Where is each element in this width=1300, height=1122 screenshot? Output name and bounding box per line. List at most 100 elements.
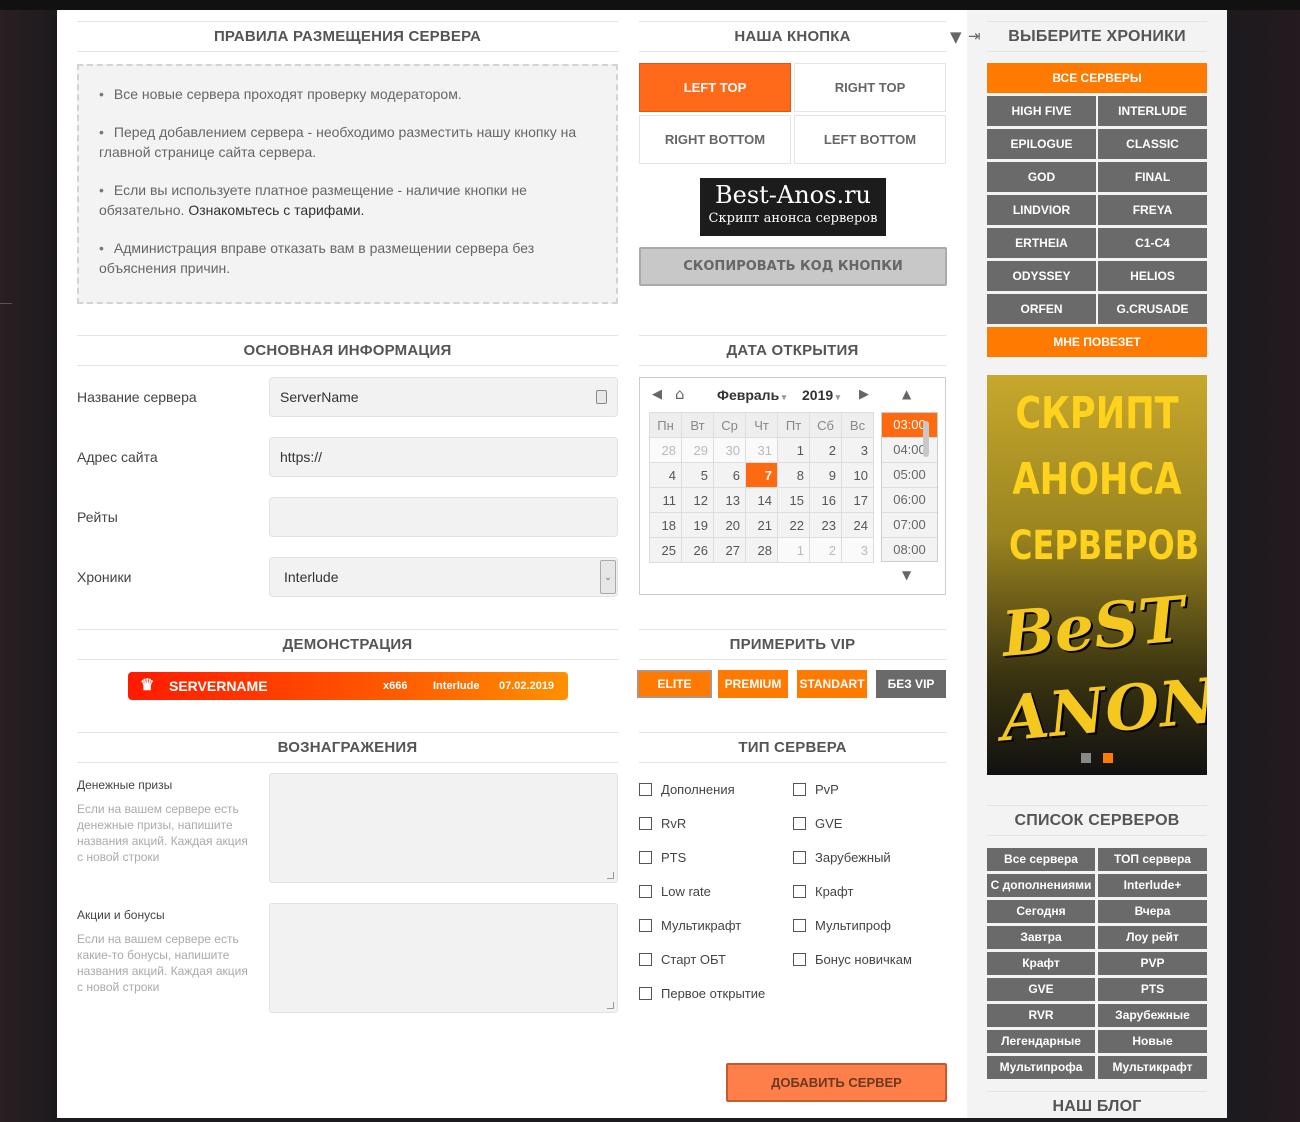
server-list-link[interactable]: PTS — [1098, 978, 1207, 1001]
add-server-button[interactable]: ДОБАВИТЬ СЕРВЕР — [726, 1063, 947, 1102]
server-list-link[interactable]: Лоу рейт — [1098, 926, 1207, 949]
time-option[interactable]: 07:00 — [882, 513, 937, 538]
chronicle-button[interactable]: LINDVIOR — [987, 195, 1096, 225]
server-list-link[interactable]: С дополнениями — [987, 874, 1095, 897]
chronicle-button[interactable]: C1-C4 — [1098, 228, 1207, 258]
calendar-day[interactable]: 21 — [745, 512, 778, 538]
server-type-checkbox[interactable]: PvP — [793, 782, 839, 797]
calendar-day[interactable]: 1 — [777, 537, 810, 563]
tariffs-link[interactable]: Ознакомьтесь с тарифами. — [188, 202, 364, 218]
checkbox-icon[interactable] — [793, 851, 806, 864]
checkbox-icon[interactable] — [793, 885, 806, 898]
calendar-day[interactable]: 22 — [777, 512, 810, 538]
calendar-day[interactable]: 25 — [649, 537, 682, 563]
server-list-link[interactable]: Легендарные — [987, 1030, 1095, 1053]
position-left-top[interactable]: LEFT TOP — [639, 63, 791, 112]
time-option[interactable]: 08:00 — [882, 538, 937, 561]
server-type-checkbox[interactable]: GVE — [793, 816, 842, 831]
calendar-day[interactable]: 12 — [681, 487, 714, 513]
month-select[interactable]: Февраль ▾ — [717, 387, 786, 403]
calendar-day[interactable]: 8 — [777, 462, 810, 488]
calendar-day[interactable]: 2 — [809, 537, 842, 563]
calendar-day[interactable]: 4 — [649, 462, 682, 488]
server-list-link[interactable]: Мультикрафт — [1098, 1056, 1207, 1079]
ad-banner[interactable]: СКРИПТ АНОНСА СЕРВЕРОВ BeST ANONS — [987, 375, 1207, 775]
checkbox-icon[interactable] — [793, 953, 806, 966]
calendar-day[interactable]: 28 — [745, 537, 778, 563]
calendar-day[interactable]: 27 — [713, 537, 746, 563]
site-address-input[interactable]: https:// — [269, 437, 618, 477]
server-name-input[interactable]: ServerName — [269, 377, 618, 417]
chevron-down-icon[interactable]: ⌄ — [600, 560, 616, 594]
server-list-link[interactable]: Завтра — [987, 926, 1095, 949]
banner-dot-active[interactable] — [1103, 753, 1113, 763]
time-up-icon[interactable]: ▲ — [902, 387, 911, 401]
chronicle-button[interactable]: ERTHEIA — [987, 228, 1096, 258]
checkbox-icon[interactable] — [793, 817, 806, 830]
server-list-link[interactable]: Interlude+ — [1098, 874, 1207, 897]
calendar-day-selected[interactable]: 7 — [745, 462, 778, 488]
time-list[interactable]: 03:00 04:00 05:00 06:00 07:00 08:00 — [881, 412, 938, 562]
checkbox-icon[interactable] — [639, 919, 652, 932]
vip-elite-button[interactable]: ELITE — [637, 670, 712, 698]
calendar-day[interactable]: 28 — [649, 437, 682, 463]
calendar-day[interactable]: 19 — [681, 512, 714, 538]
time-down-icon[interactable]: ▼ — [902, 568, 911, 582]
server-type-checkbox[interactable]: Мультипроф — [793, 918, 891, 933]
calendar-day[interactable]: 11 — [649, 487, 682, 513]
server-list-link[interactable]: ТОП сервера — [1098, 848, 1207, 871]
position-right-bottom[interactable]: RIGHT BOTTOM — [639, 115, 791, 164]
server-list-link[interactable]: RVR — [987, 1004, 1095, 1027]
checkbox-icon[interactable] — [639, 987, 652, 1000]
server-list-link[interactable]: Сегодня — [987, 900, 1095, 923]
server-list-link[interactable]: Вчера — [1098, 900, 1207, 923]
server-list-link[interactable]: Все сервера — [987, 848, 1095, 871]
server-type-checkbox[interactable]: Первое открытие — [639, 986, 765, 1001]
chronicle-button[interactable]: HIGH FIVE — [987, 96, 1096, 126]
time-scrollbar[interactable] — [923, 421, 929, 457]
checkbox-icon[interactable] — [639, 851, 652, 864]
server-type-checkbox[interactable]: Зарубежный — [793, 850, 891, 865]
chronicle-button[interactable]: FINAL — [1098, 162, 1207, 192]
calendar-day[interactable]: 23 — [809, 512, 842, 538]
copy-button-code[interactable]: СКОПИРОВАТЬ КОД КНОПКИ — [639, 247, 947, 286]
chronicle-button[interactable]: INTERLUDE — [1098, 96, 1207, 126]
server-list-link[interactable]: Зарубежные — [1098, 1004, 1207, 1027]
server-type-checkbox[interactable]: Мультикрафт — [639, 918, 741, 933]
calendar-day[interactable]: 31 — [745, 437, 778, 463]
server-list-link[interactable]: GVE — [987, 978, 1095, 1001]
bonuses-textarea[interactable] — [269, 903, 618, 1013]
chronicle-button[interactable]: ODYSSEY — [987, 261, 1096, 291]
calendar-day[interactable]: 6 — [713, 462, 746, 488]
server-list-link[interactable]: Мультипрофа — [987, 1056, 1095, 1079]
vip-standart-button[interactable]: STANDART — [797, 670, 867, 698]
calendar-day[interactable]: 5 — [681, 462, 714, 488]
chronicle-button[interactable]: EPILOGUE — [987, 129, 1096, 159]
calendar-day[interactable]: 9 — [809, 462, 842, 488]
calendar-day[interactable]: 16 — [809, 487, 842, 513]
position-left-bottom[interactable]: LEFT BOTTOM — [794, 115, 946, 164]
calendar-day[interactable]: 2 — [809, 437, 842, 463]
server-type-checkbox[interactable]: PTS — [639, 850, 686, 865]
chronicles-select[interactable]: Interlude ⌄ — [269, 557, 618, 597]
checkbox-icon[interactable] — [639, 817, 652, 830]
next-month-icon[interactable]: ▶ — [859, 387, 869, 402]
feeling-lucky-button[interactable]: МНЕ ПОВЕЗЕТ — [987, 327, 1207, 357]
chronicle-button[interactable]: G.CRUSADE — [1098, 294, 1207, 324]
vip-premium-button[interactable]: PREMIUM — [718, 670, 788, 698]
time-option[interactable]: 05:00 — [882, 463, 937, 488]
home-icon[interactable]: ⌂ — [675, 385, 685, 403]
chronicle-button[interactable]: HELIOS — [1098, 261, 1207, 291]
chronicle-button[interactable]: ORFEN — [987, 294, 1096, 324]
server-type-checkbox[interactable]: Крафт — [793, 884, 853, 899]
calendar-day[interactable]: 24 — [841, 512, 874, 538]
server-list-link[interactable]: Крафт — [987, 952, 1095, 975]
chronicle-button[interactable]: CLASSIC — [1098, 129, 1207, 159]
server-type-checkbox[interactable]: Бонус новичкам — [793, 952, 912, 967]
chronicle-button[interactable]: GOD — [987, 162, 1096, 192]
calendar-day[interactable]: 29 — [681, 437, 714, 463]
calendar-day[interactable]: 18 — [649, 512, 682, 538]
server-type-checkbox[interactable]: Дополнения — [639, 782, 735, 797]
calendar-day[interactable]: 3 — [841, 537, 874, 563]
year-select[interactable]: 2019 ▾ — [802, 387, 840, 403]
